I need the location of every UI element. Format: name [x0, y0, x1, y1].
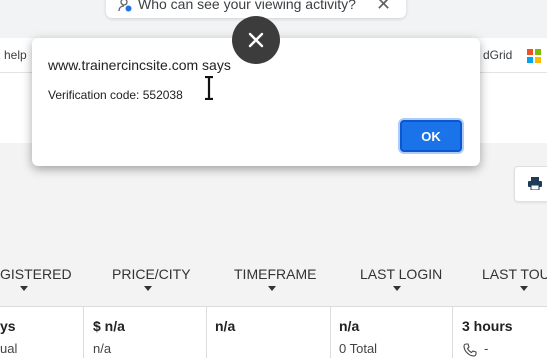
cell-sub-text: -	[484, 341, 489, 356]
print-button[interactable]	[514, 166, 547, 202]
cell-main-text: $ n/a	[93, 318, 125, 334]
table-cell: n/a	[206, 307, 331, 358]
cell-main-text: 3 hours	[462, 318, 513, 334]
table-row[interactable]: ys ual $ n/a n/a n/a n/a 0 Total 3 hours…	[0, 306, 547, 358]
dialog-message: Verification code: 552038	[48, 88, 183, 102]
cell-main-text: n/a	[215, 318, 236, 334]
cell-sub-text: ual	[0, 341, 18, 356]
column-header-label: TIMEFRAME	[234, 266, 317, 282]
column-header-timeframe[interactable]: TIMEFRAME	[234, 266, 317, 291]
column-header-label: LAST LOGIN	[360, 266, 443, 282]
table-header-row: GISTERED PRICE/CITY TIMEFRAME LAST LOGIN…	[0, 262, 547, 302]
column-header-label: GISTERED	[0, 266, 72, 282]
print-icon	[528, 177, 542, 190]
table-cell: ys ual	[0, 307, 84, 358]
cell-sub-text: n/a	[93, 341, 112, 356]
ok-button[interactable]: OK	[400, 120, 462, 152]
sort-caret-icon	[268, 286, 276, 291]
column-header-price-city[interactable]: PRICE/CITY	[112, 266, 191, 291]
table-cell: n/a 0 Total	[330, 307, 453, 358]
dialog-origin-text: www.trainercincsite.com says	[48, 57, 231, 73]
close-icon	[248, 32, 264, 48]
bookmark-help[interactable]: help	[4, 48, 27, 62]
column-header-last-touch[interactable]: LAST TOUC	[482, 266, 547, 291]
close-overlay-button[interactable]	[232, 16, 280, 64]
cell-sub-text: 0 Total	[339, 341, 378, 356]
sort-caret-icon	[520, 286, 528, 291]
column-header-registered[interactable]: GISTERED	[0, 266, 72, 291]
column-header-label: LAST TOUC	[482, 266, 547, 282]
sort-caret-icon	[393, 286, 401, 291]
person-privacy-icon	[118, 0, 132, 12]
sort-caret-icon	[144, 286, 152, 291]
microsoft-logo-icon[interactable]	[527, 49, 541, 63]
privacy-close-icon[interactable]: ✕	[376, 0, 391, 15]
cell-main-text: ys	[0, 318, 16, 334]
table-cell: $ n/a n/a	[83, 307, 207, 358]
table-cell: 3 hours -	[452, 307, 547, 358]
bookmark-grid[interactable]: dGrid	[483, 48, 512, 62]
text-cursor-icon	[205, 76, 213, 100]
sort-caret-icon	[20, 286, 28, 291]
cell-main-text: n/a	[339, 318, 360, 334]
phone-icon	[463, 343, 477, 357]
column-header-label: PRICE/CITY	[112, 266, 191, 282]
column-header-last-login[interactable]: LAST LOGIN	[360, 266, 443, 291]
privacy-prompt-text: Who can see your viewing activity?	[138, 0, 356, 12]
